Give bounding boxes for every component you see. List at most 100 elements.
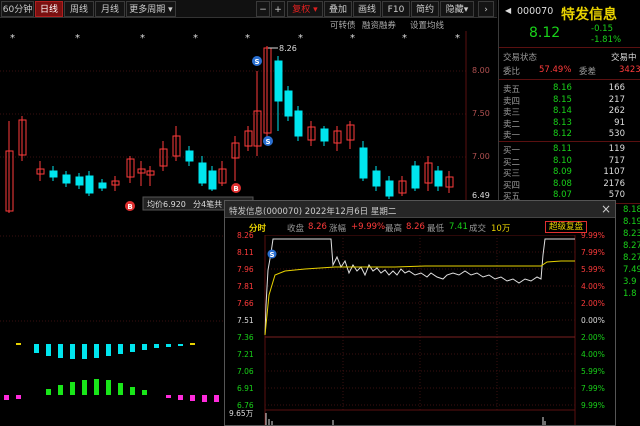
extra-quote-value: 8.27 (623, 241, 640, 251)
ask-volume: 166 (608, 83, 625, 93)
bid-volume: 570 (608, 190, 625, 200)
close-icon[interactable]: × (601, 202, 611, 216)
price-tick: 7.36 (237, 333, 254, 342)
candle-down (49, 170, 58, 178)
hide-dropdown[interactable]: 隐藏▾ (440, 1, 474, 17)
extra-quote-value: 8.18 (623, 205, 640, 215)
price-tick: 6.91 (237, 384, 254, 393)
bid-row[interactable]: 买二 8.10 717 (499, 156, 640, 168)
extra-quote-value: 1.8 (623, 289, 637, 299)
period-monthly-button[interactable]: 月线 (95, 1, 125, 17)
price-tick: 8.11 (237, 248, 254, 257)
candle-down (208, 170, 217, 190)
bid-volume: 1107 (603, 167, 625, 177)
period-weekly-button[interactable]: 周线 (64, 1, 94, 17)
price-tick: 8.26 (237, 231, 254, 240)
event-star: * (455, 33, 460, 44)
candle-down (185, 150, 194, 162)
zoom-out-button[interactable]: − (256, 1, 270, 17)
ask-row[interactable]: 卖四 8.15 217 (499, 95, 640, 107)
order-ratio-row: 委比 57.49% 委差 3423 (499, 65, 640, 77)
price-tick: 7.66 (237, 299, 254, 308)
simple-mode-button[interactable]: 简约 (411, 1, 439, 17)
adjust-price-label: 复权 (292, 5, 311, 15)
bid-volume: 717 (608, 155, 625, 166)
price-row: 8.12 -0.15 -1.81% (499, 24, 640, 45)
bid-row[interactable]: 买三 8.09 1107 (499, 167, 640, 179)
more-periods-label: 更多周期 (129, 5, 166, 15)
intraday-chart[interactable]: S (225, 235, 616, 426)
overlay-button[interactable]: 叠加 (324, 1, 352, 17)
price-tick: 7.21 (237, 350, 254, 359)
low-label: 最低 (427, 224, 445, 234)
convertible-bond-link[interactable]: 可转债 (330, 19, 356, 31)
zoom-in-button[interactable]: + (271, 1, 285, 17)
candle-down (198, 162, 207, 184)
high-price-label: 8.26 (279, 44, 297, 53)
high-value: 8.26 (406, 222, 425, 232)
bid-row[interactable]: 买一 8.11 119 (499, 144, 640, 156)
status-value: 交易中 (611, 53, 637, 63)
candle-down (385, 180, 394, 197)
ratio-value: 57.49% (539, 65, 572, 75)
diff-label: 委差 (579, 67, 597, 77)
volume-axis-label: 9.65万 (229, 409, 254, 418)
ask-level-label: 卖三 (503, 108, 521, 118)
sell-marker[interactable]: S (269, 251, 274, 259)
ask-row[interactable]: 卖三 8.14 262 (499, 106, 640, 118)
back-arrow-icon[interactable]: ◀ (505, 6, 511, 15)
buy-marker[interactable]: B (233, 185, 238, 193)
intraday-volume-bars (265, 413, 546, 425)
price-axis-label: 7.00 (472, 152, 490, 161)
adjust-price-dropdown[interactable]: 复权 ▾ (287, 1, 323, 17)
bid-volume: 2176 (603, 178, 625, 189)
set-ma-link[interactable]: 设置均线 (410, 19, 444, 31)
event-star: * (193, 33, 198, 44)
candle-down (294, 110, 303, 137)
price-axis-label: 6.49 (472, 191, 490, 200)
pct-tick: 2.00% (581, 299, 605, 308)
period-toolbar: 60分钟 日线 周线 月线 更多周期 ▾ − + 复权 ▾ 叠加 画线 F10 … (0, 0, 497, 18)
pct-tick: 4.00% (581, 350, 605, 359)
expand-panel-icon[interactable]: › (478, 1, 494, 17)
candle-down (98, 182, 107, 189)
bid-price: 8.09 (553, 167, 572, 177)
bid-price: 8.11 (553, 144, 572, 154)
chevron-down-icon: ▾ (168, 5, 173, 15)
popup-header: 特发信息(000070) 2022年12月6日 星期二 × (225, 201, 615, 218)
period-60min-button[interactable]: 60分钟 (1, 1, 34, 17)
status-label: 交易状态 (503, 53, 538, 63)
event-star: * (402, 33, 407, 44)
bid-row[interactable]: 买四 8.08 2176 (499, 179, 640, 191)
stock-code: 000070 (517, 6, 554, 17)
buy-marker[interactable]: B (127, 203, 132, 211)
intraday-popup[interactable]: 特发信息(000070) 2022年12月6日 星期二 × 分时 收盘 8.26… (224, 200, 616, 426)
margin-trading-link[interactable]: 融资融券 (362, 19, 396, 31)
f10-button[interactable]: F10 (382, 1, 410, 17)
ask-row[interactable]: 卖二 8.13 91 (499, 118, 640, 130)
ask-volume: 217 (608, 94, 625, 105)
vol-label: 成交 (469, 224, 487, 234)
stock-title-row: ◀ 000070 特发信息 (499, 6, 640, 23)
bid-level-label: 买一 (503, 146, 521, 156)
chevron-down-icon: ▾ (463, 5, 469, 15)
ask-price: 8.12 (553, 129, 572, 139)
sell-marker[interactable]: S (254, 58, 259, 66)
draw-line-button[interactable]: 画线 (353, 1, 381, 17)
indicator-histogram (4, 343, 219, 402)
more-periods-dropdown[interactable]: 更多周期 ▾ (126, 1, 176, 17)
ask-row[interactable]: 卖五 8.16 166 (499, 83, 640, 95)
chg-value: +9.99% (351, 222, 386, 232)
period-daily-button[interactable]: 日线 (35, 1, 63, 17)
candle-down (62, 174, 71, 184)
sell-marker[interactable]: S (265, 138, 270, 146)
ask-row[interactable]: 卖一 8.12 530 (499, 129, 640, 141)
price-axis-label: 8.00 (472, 66, 490, 75)
ask-volume: 262 (608, 106, 625, 116)
price-change-pct: -1.81% (591, 35, 622, 45)
extra-quote-value: 7.49 (623, 265, 640, 275)
candlestick-series (5, 46, 454, 213)
popup-title: 特发信息(000070) 2022年12月6日 星期二 (229, 207, 397, 217)
chevron-down-icon: ▾ (313, 5, 318, 15)
bid-price: 8.08 (553, 178, 572, 189)
